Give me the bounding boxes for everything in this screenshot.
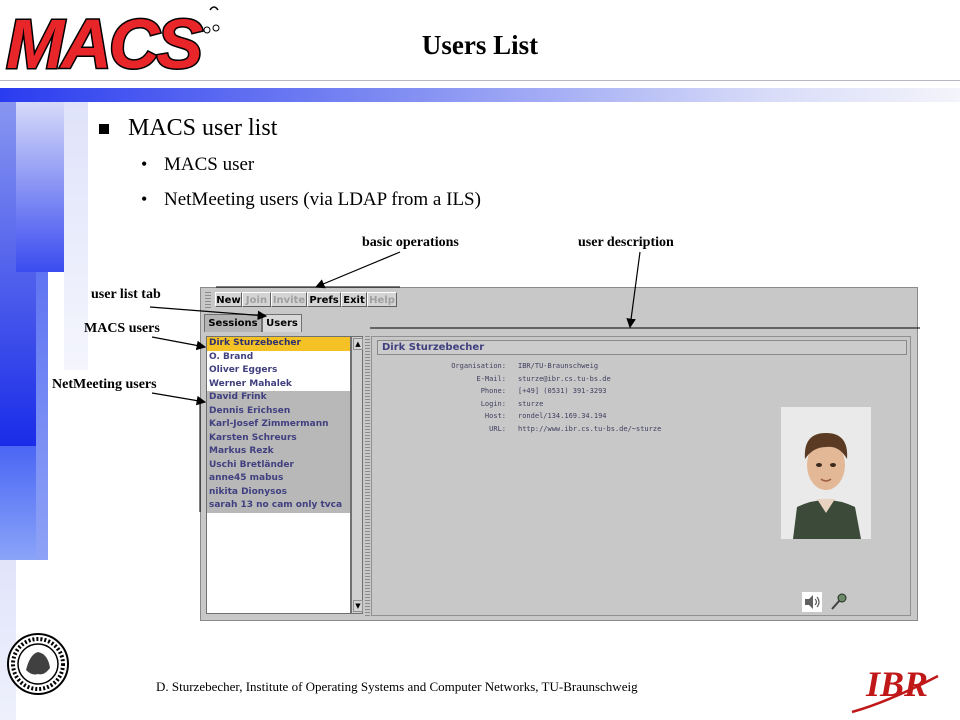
- annotation-user-list-tab: user list tab: [91, 287, 161, 302]
- netmeeting-user-item[interactable]: David Frink: [207, 391, 350, 405]
- netmeeting-user-item[interactable]: Karl-Josef Zimmermann: [207, 418, 350, 432]
- detail-user-name: Dirk Sturzebecher: [377, 340, 907, 355]
- join-button[interactable]: Join: [242, 292, 271, 307]
- page-title: Users List: [421, 30, 539, 60]
- detail-field-label: Phone:: [480, 387, 506, 395]
- decor-bar: [36, 272, 48, 560]
- detail-field-label: Host:: [484, 412, 506, 420]
- netmeeting-user-list: David Frink Dennis Erichsen Karl-Josef Zim…: [207, 391, 350, 513]
- ibr-logo-text: IBR: [865, 664, 928, 704]
- netmeeting-user-item[interactable]: Uschi Bretländer: [207, 458, 350, 472]
- macs-user-item[interactable]: O. Brand: [207, 350, 350, 364]
- microphone-icon[interactable]: [828, 592, 848, 612]
- netmeeting-user-item[interactable]: Dennis Erichsen: [207, 404, 350, 418]
- detail-field-value: sturze@ibr.cs.tu-bs.de: [518, 374, 611, 383]
- macs-user-item[interactable]: Dirk Sturzebecher: [207, 337, 350, 351]
- detail-field-value: sturze: [518, 399, 544, 408]
- scroll-down-arrow[interactable]: ▼: [353, 600, 363, 612]
- help-button[interactable]: Help: [367, 292, 397, 307]
- header-gradient-band: [0, 88, 960, 102]
- header-divider: [0, 80, 960, 81]
- detail-field-label: E-Mail:: [476, 374, 506, 383]
- annotation-user-description: user description: [578, 235, 674, 250]
- macs-user-list: Dirk Sturzebecher O. Brand Oliver Eggers We…: [207, 337, 350, 391]
- macs-user-item[interactable]: Oliver Eggers: [207, 364, 350, 378]
- scroll-up-arrow[interactable]: ▲: [353, 338, 363, 350]
- tab-users[interactable]: Users: [262, 314, 302, 332]
- netmeeting-user-item[interactable]: nikita Dionysos: [207, 485, 350, 499]
- splitter-grip[interactable]: [365, 336, 370, 616]
- macs-client-window: New Join Invite Prefs Exit Help Sessions…: [200, 287, 918, 621]
- annotation-macs-users: MACS users: [84, 321, 160, 336]
- annotation-netmeeting-users: NetMeeting users: [52, 377, 157, 392]
- bullet-dot: •: [141, 154, 148, 174]
- macs-logo: MACS: [5, 4, 220, 78]
- netmeeting-user-item[interactable]: anne45 mabus: [207, 472, 350, 486]
- toolbar-grip[interactable]: [205, 292, 211, 308]
- bullet-level2-text: MACS user: [164, 154, 255, 175]
- bullet-level2-text: NetMeeting users (via LDAP from a ILS): [164, 189, 481, 210]
- exit-button[interactable]: Exit: [341, 292, 367, 307]
- netmeeting-user-item[interactable]: sarah 13 no cam only tvca: [207, 499, 350, 513]
- new-button[interactable]: New: [215, 292, 242, 307]
- footer-text: D. Sturzebecher, Institute of Operating …: [156, 679, 638, 694]
- netmeeting-user-item[interactable]: Markus Rezk: [207, 445, 350, 459]
- detail-field-value: [+49] (0531) 391-3293: [518, 387, 607, 395]
- bullet-dot: •: [141, 189, 148, 209]
- user-description-panel: Dirk Sturzebecher Organisation: IBR/TU-Br…: [371, 336, 911, 616]
- detail-field-value: IBR/TU-Braunschweig: [518, 362, 599, 370]
- macs-user-item[interactable]: Werner Mahalek: [207, 377, 350, 391]
- invite-button[interactable]: Invite: [271, 292, 307, 307]
- netmeeting-user-item[interactable]: Karsten Schreurs: [207, 431, 350, 445]
- detail-field-label: Login:: [480, 399, 506, 408]
- speaker-icon[interactable]: [802, 592, 822, 612]
- detail-field-label: Organisation:: [451, 362, 506, 370]
- detail-field-value: http://www.ibr.cs.tu-bs.de/~sturze: [518, 424, 662, 433]
- detail-field-label: URL:: [489, 424, 506, 433]
- decor-bar: [16, 102, 64, 272]
- user-photo: [781, 407, 871, 539]
- annotation-basic-operations: basic operations: [362, 235, 459, 250]
- bullet-square: [99, 124, 109, 134]
- macs-logo-text: MACS: [6, 5, 202, 78]
- user-list[interactable]: Dirk Sturzebecher O. Brand Oliver Eggers We…: [206, 336, 351, 614]
- bullet-level1-text: MACS user list: [128, 115, 278, 141]
- detail-field-value: rondel/134.169.34.194: [518, 412, 607, 420]
- ibr-logo: IBR: [851, 664, 939, 714]
- user-list-scrollbar[interactable]: ▲ ▼: [351, 336, 363, 614]
- prefs-button[interactable]: Prefs: [307, 292, 341, 307]
- tab-sessions[interactable]: Sessions: [204, 314, 262, 332]
- university-seal: [7, 633, 69, 695]
- decor-bar: [0, 446, 36, 560]
